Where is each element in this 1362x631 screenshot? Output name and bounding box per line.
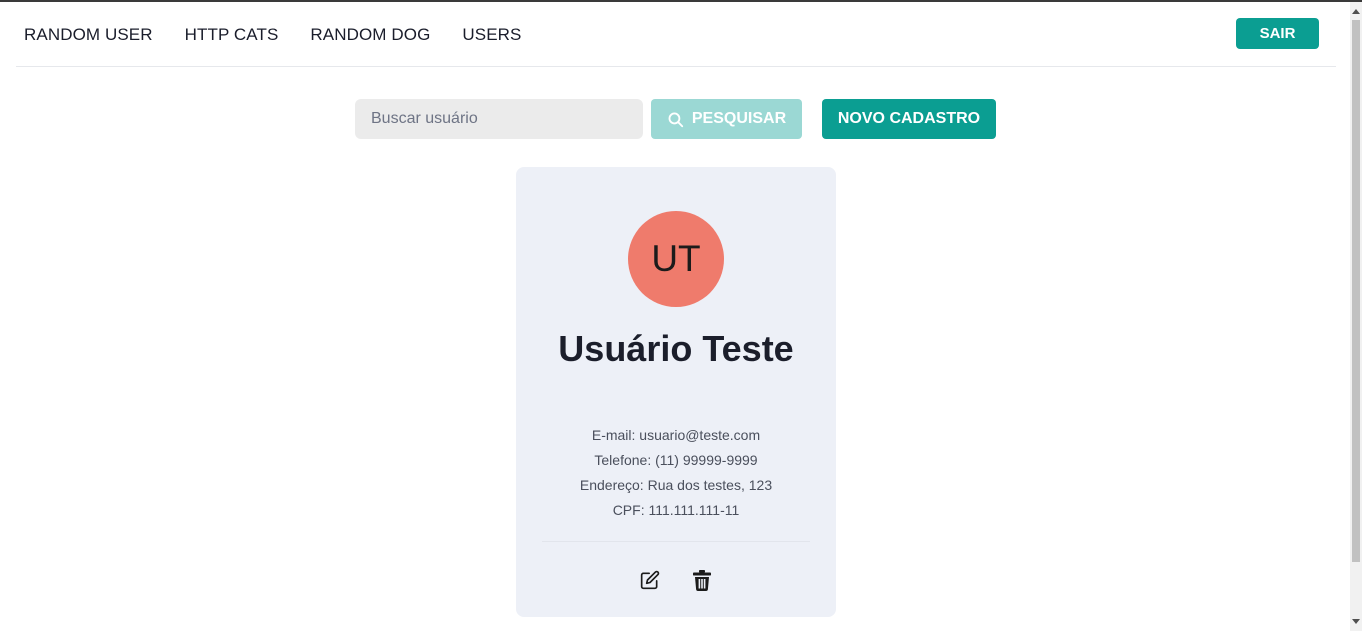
nav-link-users[interactable]: USERS	[462, 25, 521, 45]
nav-links: RANDOM USER HTTP CATS RANDOM DOG USERS	[24, 25, 521, 45]
nav-link-random-user[interactable]: RANDOM USER	[24, 25, 153, 45]
search-button[interactable]: PESQUISAR	[651, 99, 802, 139]
trash-icon[interactable]	[691, 567, 713, 593]
vertical-scrollbar[interactable]	[1350, 2, 1362, 631]
navbar: RANDOM USER HTTP CATS RANDOM DOG USERS S…	[16, 2, 1336, 67]
nav-link-http-cats[interactable]: HTTP CATS	[185, 25, 279, 45]
page: RANDOM USER HTTP CATS RANDOM DOG USERS S…	[0, 0, 1350, 631]
avatar: UT	[628, 211, 724, 307]
search-icon	[667, 111, 684, 128]
search-input[interactable]	[355, 99, 643, 139]
user-email: E-mail: usuario@teste.com	[591, 427, 761, 443]
scroll-up-arrow-icon[interactable]	[1350, 4, 1362, 18]
scroll-down-arrow-icon[interactable]	[1350, 615, 1362, 629]
scrollbar-thumb[interactable]	[1352, 20, 1360, 562]
new-registration-button[interactable]: NOVO CADASTRO	[822, 99, 996, 139]
card-divider	[542, 541, 810, 542]
card-actions	[516, 567, 836, 593]
user-name: Usuário Teste	[558, 328, 794, 369]
user-cpf: CPF: 111.111.111-11	[612, 502, 740, 518]
user-address: Endereço: Rua dos testes, 123	[579, 477, 773, 493]
user-info: E-mail: usuario@teste.com Telefone: (11)…	[516, 423, 836, 523]
search-button-label: PESQUISAR	[691, 110, 787, 127]
nav-link-random-dog[interactable]: RANDOM DOG	[310, 25, 430, 45]
user-card: UT Usuário Teste E-mail: usuario@teste.c…	[516, 167, 836, 617]
logout-button[interactable]: SAIR	[1236, 18, 1319, 49]
user-phone: Telefone: (11) 99999-9999	[594, 452, 758, 468]
edit-icon[interactable]	[639, 567, 661, 593]
